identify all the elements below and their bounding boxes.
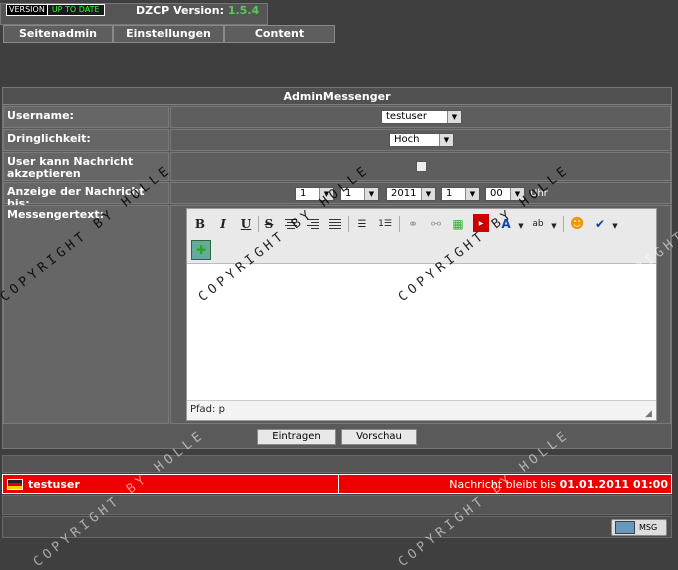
- hour-value: 1: [446, 188, 453, 199]
- version-label: DZCP Version: 1.5.4: [136, 4, 259, 17]
- chevron-down-icon[interactable]: ▼: [606, 217, 624, 235]
- flag-icon: [7, 479, 23, 490]
- accept-checkbox[interactable]: [416, 161, 427, 172]
- image-add-icon[interactable]: ✚: [191, 240, 211, 260]
- chevron-down-icon: ▼: [319, 188, 333, 200]
- accept-label: User kann Nachricht akzeptieren: [3, 152, 169, 181]
- preview-button[interactable]: Vorschau: [341, 429, 417, 445]
- message-row: testuser Nachricht bleibt bis 01.01.2011…: [2, 474, 672, 494]
- minute-select[interactable]: 00 ▼: [485, 187, 525, 201]
- message-text-prefix: Nachricht bleibt bis: [449, 478, 557, 491]
- toolbar-separator: [348, 216, 349, 232]
- numbered-list-icon[interactable]: 1☰: [376, 215, 394, 233]
- month-value: 1: [345, 188, 352, 199]
- toolbar-separator: [258, 216, 259, 232]
- tab-content[interactable]: Content: [224, 25, 335, 43]
- version-badge-right: UP TO DATE: [46, 5, 104, 15]
- tab-einstellungen[interactable]: Einstellungen: [113, 25, 224, 43]
- align-center-icon[interactable]: [282, 215, 300, 233]
- editor-toolbar: B I U S ☰ 1☰ ⚭ ⚯ ▦ ▶ A ▼ ab ▼ ☻ ✔ ▼ ✚: [187, 209, 656, 264]
- underline-icon[interactable]: U: [237, 215, 255, 233]
- day-value: 1: [300, 188, 307, 199]
- align-justify-icon[interactable]: [326, 215, 344, 233]
- day-select[interactable]: 1 ▼: [295, 187, 334, 201]
- panel-title: AdminMessenger: [3, 88, 671, 105]
- version-badge: VERSION UP TO DATE: [6, 4, 105, 16]
- message-until-date: 01.01.2011 01:00: [559, 478, 668, 491]
- username-select-value: testuser: [386, 111, 428, 122]
- chevron-down-icon: ▼: [465, 188, 479, 200]
- link-icon[interactable]: ⚭: [404, 215, 422, 233]
- chevron-down-icon: ▼: [447, 111, 461, 123]
- resize-grip-icon[interactable]: ◢: [645, 409, 655, 419]
- priority-select[interactable]: Hoch ▼: [389, 133, 454, 147]
- msg-button-label: MSG: [639, 523, 658, 532]
- message-user[interactable]: testuser: [28, 478, 80, 491]
- separator-bar: [2, 495, 672, 515]
- version-badge-left: VERSION: [7, 5, 47, 15]
- separator-bar: [2, 455, 672, 473]
- time-unit: Uhr: [530, 188, 548, 199]
- msg-button[interactable]: MSG: [611, 519, 667, 536]
- minute-value: 00: [490, 188, 503, 199]
- username-select[interactable]: testuser ▼: [381, 110, 462, 124]
- message-label: Messengertext:: [3, 205, 169, 424]
- priority-label: Dringlichkeit:: [3, 129, 169, 151]
- hour-select[interactable]: 1 ▼: [441, 187, 480, 201]
- display-until-label: Anzeige der Nachricht bis:: [3, 182, 169, 210]
- italic-icon[interactable]: I: [214, 215, 232, 233]
- align-right-icon[interactable]: [304, 215, 322, 233]
- smiley-icon[interactable]: ☻: [568, 215, 586, 233]
- chevron-down-icon[interactable]: ▼: [512, 217, 530, 235]
- year-value: 2011: [391, 188, 417, 199]
- version-label-text: DZCP Version:: [136, 4, 224, 17]
- mail-icon: [615, 521, 635, 534]
- submit-button[interactable]: Eintragen: [257, 429, 336, 445]
- editor-path: Pfad: p: [187, 400, 656, 420]
- footer-bar: [2, 516, 672, 538]
- unlink-icon[interactable]: ⚯: [427, 215, 445, 233]
- bold-icon[interactable]: B: [191, 215, 209, 233]
- month-select[interactable]: 1 ▼: [340, 187, 379, 201]
- chevron-down-icon: ▼: [439, 134, 453, 146]
- chevron-down-icon: ▼: [510, 188, 524, 200]
- version-value: 1.5.4: [227, 4, 260, 17]
- cell-divider: [338, 475, 339, 493]
- year-select[interactable]: 2011 ▼: [386, 187, 436, 201]
- toolbar-separator: [563, 216, 564, 232]
- chevron-down-icon: ▼: [421, 188, 435, 200]
- username-label: Username:: [3, 106, 169, 128]
- message-until: Nachricht bleibt bis 01.01.2011 01:00: [449, 478, 668, 491]
- priority-select-value: Hoch: [394, 134, 420, 145]
- tab-seitenadmin[interactable]: Seitenadmin: [3, 25, 113, 43]
- youtube-icon[interactable]: ▶: [473, 214, 489, 232]
- chevron-down-icon[interactable]: ▼: [545, 217, 563, 235]
- toolbar-separator: [399, 216, 400, 232]
- image-insert-icon[interactable]: ▦: [449, 215, 467, 233]
- strikethrough-icon[interactable]: S: [260, 215, 278, 233]
- bullet-list-icon[interactable]: ☰: [353, 215, 371, 233]
- chevron-down-icon: ▼: [364, 188, 378, 200]
